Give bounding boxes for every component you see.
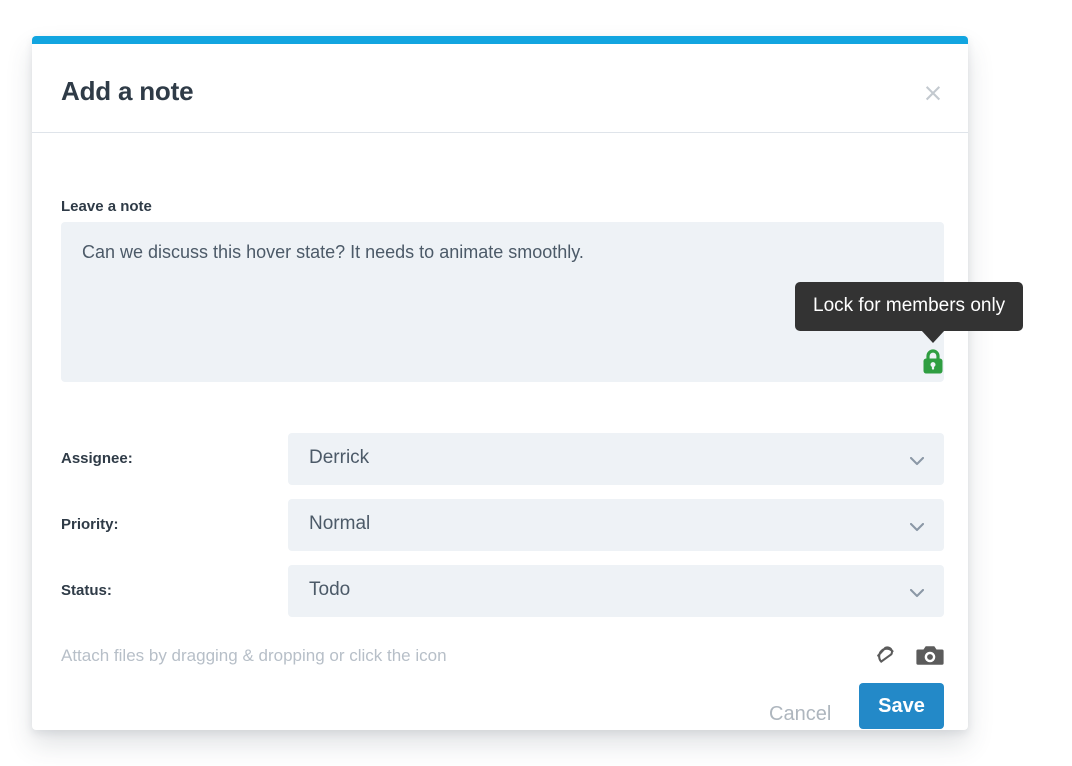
add-note-modal: Add a note × Leave a note Can we discuss… [32, 36, 968, 730]
paperclip-icon[interactable] [872, 642, 898, 673]
page-root: Add a note × Leave a note Can we discuss… [0, 0, 1072, 766]
status-select[interactable]: Todo [288, 565, 944, 617]
status-label: Status: [61, 582, 112, 599]
attachment-hint: Attach files by dragging & dropping or c… [61, 646, 447, 666]
modal-accent-bar [32, 36, 968, 44]
cancel-button[interactable]: Cancel [769, 703, 831, 726]
assignee-label: Assignee: [61, 450, 133, 467]
attachment-icons [872, 642, 944, 673]
note-label: Leave a note [61, 198, 152, 215]
chevron-down-icon [910, 519, 924, 528]
attachment-row: Attach files by dragging & dropping or c… [61, 642, 944, 672]
status-value: Todo [309, 579, 350, 601]
priority-value: Normal [309, 513, 370, 535]
field-row-assignee: Assignee: Derrick [61, 433, 944, 485]
save-button[interactable]: Save [859, 683, 944, 729]
chevron-down-icon [910, 453, 924, 462]
tooltip: Lock for members only [795, 282, 1023, 331]
tooltip-arrow [921, 330, 945, 343]
close-icon[interactable]: × [920, 80, 946, 106]
assignee-select[interactable]: Derrick [288, 433, 944, 485]
field-row-priority: Priority: Normal [61, 499, 944, 551]
field-row-status: Status: Todo [61, 565, 944, 617]
priority-select[interactable]: Normal [288, 499, 944, 551]
priority-label: Priority: [61, 516, 119, 533]
modal-header: Add a note × [32, 44, 968, 133]
note-input-value: Can we discuss this hover state? It need… [82, 240, 924, 264]
camera-icon[interactable] [916, 642, 944, 673]
chevron-down-icon [910, 585, 924, 594]
page-title: Add a note [61, 76, 193, 107]
lock-icon[interactable] [920, 348, 946, 376]
assignee-value: Derrick [309, 447, 369, 469]
